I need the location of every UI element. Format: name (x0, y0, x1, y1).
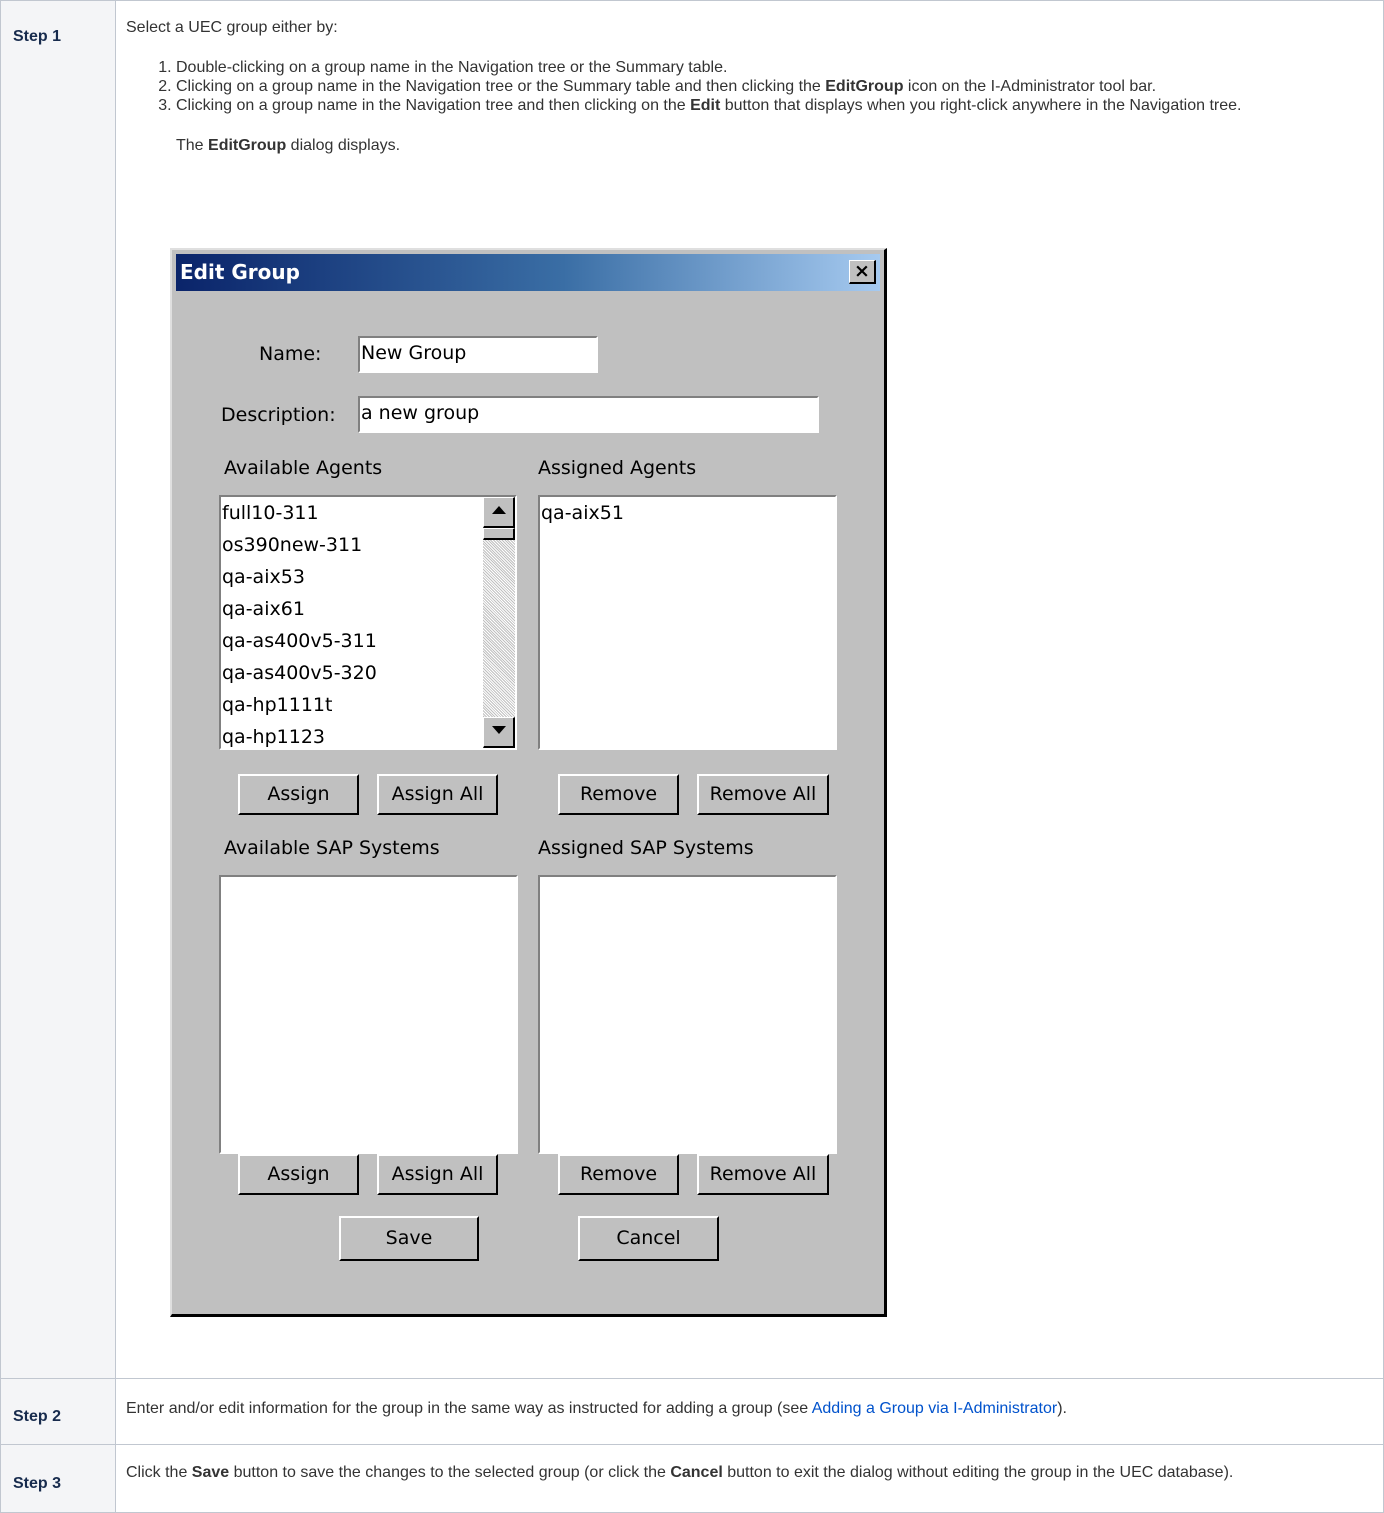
arrow-down-icon (492, 726, 506, 734)
assign-all-sap-button[interactable]: Assign All (377, 1154, 498, 1195)
assigned-sap-list[interactable] (538, 875, 837, 1154)
edit-group-dialog: Edit Group × Name: New Group Description… (170, 248, 887, 1317)
save-button[interactable]: Save (339, 1216, 479, 1261)
scroll-thumb[interactable] (483, 528, 515, 540)
step-3-body: Click the Save button to save the change… (115, 1444, 1384, 1513)
assign-all-agents-button[interactable]: Assign All (377, 774, 498, 815)
dialog-titlebar[interactable]: Edit Group × (176, 254, 880, 291)
arrow-up-icon (492, 506, 506, 514)
description-label: Description: (221, 404, 336, 426)
available-agents-scrollbar[interactable] (483, 497, 515, 748)
step-1-label: Step 1 (0, 0, 116, 1379)
assign-sap-button[interactable]: Assign (238, 1154, 359, 1195)
description-field[interactable]: a new group (358, 396, 819, 433)
step-1-option-2: Clicking on a group name in the Navigati… (176, 77, 1383, 96)
close-icon[interactable]: × (849, 260, 876, 284)
assigned-sap-label: Assigned SAP Systems (538, 837, 754, 859)
step-2-body: Enter and/or edit information for the gr… (115, 1378, 1384, 1445)
dialog-title: Edit Group (180, 260, 300, 284)
available-agent-item[interactable]: qa-hp1123 (221, 721, 515, 748)
remove-all-agents-button[interactable]: Remove All (697, 774, 829, 815)
available-agents-label: Available Agents (224, 457, 383, 479)
step-1-intro: Select a UEC group either by: (126, 19, 338, 36)
remove-sap-button[interactable]: Remove (558, 1154, 679, 1195)
adding-group-link[interactable]: Adding a Group via I-Administrator (812, 1400, 1057, 1417)
available-agent-item[interactable]: qa-aix53 (221, 561, 515, 593)
scroll-up-button[interactable] (483, 497, 515, 528)
scroll-down-button[interactable] (483, 717, 515, 748)
assign-agent-button[interactable]: Assign (238, 774, 359, 815)
step-1-option-1: Double-clicking on a group name in the N… (176, 58, 1383, 77)
available-agents-list[interactable]: full10-311 os390new-311 qa-aix53 qa-aix61 qa… (219, 495, 517, 750)
assigned-agent-item[interactable]: qa-aix51 (540, 497, 835, 529)
name-field[interactable]: New Group (358, 336, 598, 373)
available-agent-item[interactable]: qa-as400v5-311 (221, 625, 515, 657)
available-agent-item[interactable]: full10-311 (221, 497, 515, 529)
available-sap-list[interactable] (219, 875, 518, 1154)
available-agent-item[interactable]: qa-aix61 (221, 593, 515, 625)
available-sap-label: Available SAP Systems (224, 837, 440, 859)
cancel-button[interactable]: Cancel (578, 1216, 719, 1261)
available-agent-item[interactable]: qa-hp1111t (221, 689, 515, 721)
available-agent-item[interactable]: os390new-311 (221, 529, 515, 561)
remove-all-sap-button[interactable]: Remove All (697, 1154, 829, 1195)
assigned-agents-label: Assigned Agents (538, 457, 697, 479)
assigned-agents-list[interactable]: qa-aix51 (538, 495, 837, 750)
step-1-options-list: Double-clicking on a group name in the N… (126, 58, 1383, 115)
name-label: Name: (259, 343, 322, 365)
step-2-label: Step 2 (0, 1378, 116, 1445)
remove-agent-button[interactable]: Remove (558, 774, 679, 815)
available-agent-item[interactable]: qa-as400v5-320 (221, 657, 515, 689)
step-1-option-3: Clicking on a group name in the Navigati… (176, 96, 1383, 115)
step-3-label: Step 3 (0, 1444, 116, 1513)
dialog-displays-note: The EditGroup dialog displays. (176, 137, 401, 154)
